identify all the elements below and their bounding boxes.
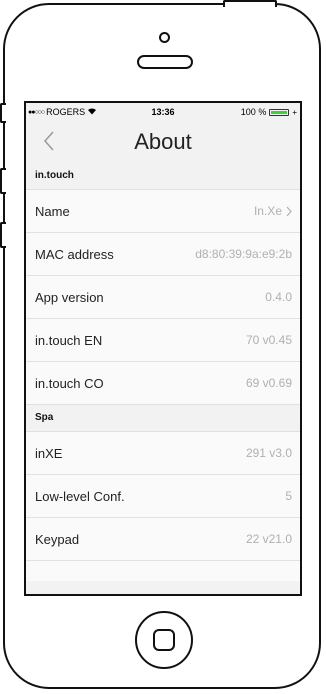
in-touch-co-row: in.touch CO 69 v0.69 — [26, 362, 300, 405]
home-button[interactable] — [135, 611, 193, 669]
row-value: 0.4.0 — [265, 290, 292, 304]
volume-up-button — [0, 168, 6, 194]
row-value: 22 v21.0 — [245, 532, 292, 546]
section-header: in.touch — [26, 163, 300, 190]
row-label: in.touch EN — [35, 332, 103, 348]
nav-bar: About — [26, 121, 300, 163]
app-screen: ●●○○○ ROGERS 13:36 100 % + About in.touc… — [24, 101, 302, 596]
row-value: 5 — [285, 489, 292, 503]
power-button — [223, 0, 277, 7]
row-label: in.touch CO — [35, 375, 104, 391]
in-touch-en-row: in.touch EN 70 v0.45 — [26, 319, 300, 362]
name-row[interactable]: Name In.Xe — [26, 190, 300, 233]
row-value: 69 v0.69 — [245, 376, 292, 390]
battery-fill — [271, 110, 288, 114]
volume-down-button — [0, 222, 6, 248]
status-bar: ●●○○○ ROGERS 13:36 100 % + — [26, 103, 300, 121]
section-header: Spa — [26, 405, 300, 432]
row-label: MAC address — [35, 246, 114, 262]
front-camera — [159, 32, 170, 43]
row-value-wrap: In.Xe — [254, 204, 292, 218]
mute-switch — [0, 103, 6, 123]
home-square-icon — [153, 629, 175, 651]
row-value: 70 v0.45 — [245, 333, 292, 347]
earpiece-speaker — [137, 55, 193, 69]
battery-percent: 100 % — [240, 107, 267, 117]
row-value: In.Xe — [253, 204, 282, 218]
row-label: App version — [35, 289, 104, 305]
low-level-conf-row: Low-level Conf. 5 — [26, 475, 300, 518]
row-value: d8:80:39:9a:e9:2b — [195, 247, 292, 261]
row-label: Name — [35, 203, 70, 219]
row-label: Keypad — [35, 531, 80, 547]
mac-address-row: MAC address d8:80:39:9a:e9:2b — [26, 233, 300, 276]
inxe-row: inXE 291 v3.0 — [26, 432, 300, 475]
battery-icon — [269, 108, 290, 116]
list-item — [26, 561, 300, 581]
row-label: inXE — [35, 445, 63, 461]
charging-icon: + — [292, 107, 297, 117]
row-value: 291 v3.0 — [245, 446, 292, 460]
app-version-row: App version 0.4.0 — [26, 276, 300, 319]
keypad-row: Keypad 22 v21.0 — [26, 518, 300, 561]
section-spa: Spa inXE 291 v3.0 Low-level Conf. 5 Keyp… — [26, 405, 300, 581]
section-in-touch: in.touch Name In.Xe MAC address d8:80:39… — [26, 163, 300, 405]
row-label: Low-level Conf. — [35, 488, 125, 504]
chevron-right-icon — [286, 206, 292, 216]
page-title: About — [134, 129, 192, 154]
